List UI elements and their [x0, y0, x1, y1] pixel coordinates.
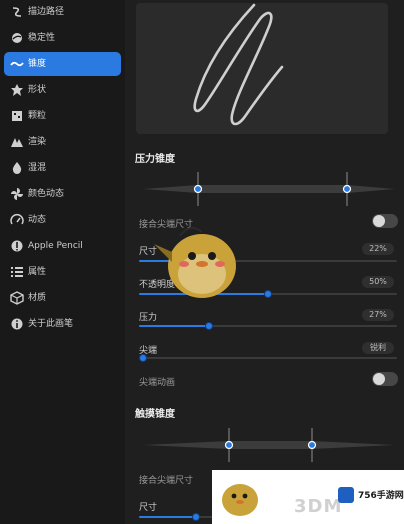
- touch-taper-title: 触摸锥度: [135, 409, 175, 420]
- pressure-taper-title: 压力锥度: [135, 154, 175, 165]
- sidebar: 描边路径 稳定性 锥度 形状 颗粒 渲染 湿混 颜色动态 动态 Apple Pe…: [0, 0, 125, 524]
- pressure-tip-animation-toggle[interactable]: [372, 372, 398, 386]
- sidebar-item-apple-pencil[interactable]: Apple Pencil: [4, 234, 121, 258]
- sidebar-item-dynamics[interactable]: 动态: [4, 208, 121, 232]
- stroke-preview: [136, 3, 388, 134]
- materials-icon: [10, 291, 24, 305]
- taper-start-handle[interactable]: [193, 184, 203, 194]
- sidebar-item-label: 描边路径: [28, 7, 65, 17]
- taper-icon: [10, 61, 24, 67]
- sidebar-item-properties[interactable]: 属性: [4, 260, 121, 284]
- sidebar-item-label: 稳定性: [28, 33, 56, 43]
- pressure-tip-slider[interactable]: [139, 354, 397, 362]
- pressure-taper-curve[interactable]: [143, 172, 395, 206]
- sidebar-item-taper[interactable]: 锥度: [4, 52, 121, 76]
- mascot-sticker: [154, 226, 236, 298]
- rendering-icon: [11, 138, 23, 147]
- grain-icon: [12, 111, 22, 121]
- sidebar-item-shape[interactable]: 形状: [4, 78, 121, 102]
- sidebar-item-materials[interactable]: 材质: [4, 286, 121, 310]
- touch-taper-curve[interactable]: [143, 428, 395, 462]
- dynamics-icon: [10, 214, 24, 225]
- pressure-tip-link-toggle[interactable]: [372, 214, 398, 228]
- stroke-path-icon: [12, 7, 22, 17]
- sidebar-item-label: 形状: [28, 85, 47, 95]
- slider-knob[interactable]: [264, 290, 272, 298]
- game-logo-icon: [338, 487, 354, 503]
- color-dynamics-icon: [11, 188, 23, 200]
- sidebar-item-label: 渲染: [28, 137, 47, 147]
- sidebar-item-label: 锥度: [28, 59, 47, 69]
- shape-icon: [11, 84, 23, 96]
- pressure-opacity-value: 50%: [362, 276, 394, 288]
- slider-knob[interactable]: [192, 513, 200, 521]
- sidebar-item-label: 颜色动态: [28, 189, 65, 199]
- watermark-site-text: 3DM: [294, 496, 343, 517]
- taper-shape: [143, 441, 395, 449]
- pressure-pressure-slider[interactable]: [139, 322, 397, 330]
- pressure-pressure-label: 压力: [139, 313, 158, 323]
- sidebar-item-label: Apple Pencil: [28, 241, 83, 251]
- sidebar-item-wet-mix[interactable]: 湿混: [4, 156, 121, 180]
- slider-fill: [139, 325, 209, 327]
- stabilization-icon: [12, 33, 22, 43]
- taper-shape: [143, 185, 395, 193]
- sidebar-item-label: 属性: [28, 267, 47, 277]
- touch-size-label: 尺寸: [139, 503, 158, 513]
- taper-start-handle[interactable]: [224, 440, 234, 450]
- pressure-size-value: 22%: [362, 243, 394, 255]
- pressure-tip-animation-label: 尖端动画: [139, 378, 176, 388]
- touch-tip-link-label: 接合尖端尺寸: [139, 476, 194, 486]
- pressure-tip-value: 锐利: [362, 342, 394, 354]
- sidebar-item-label: 关于此画笔: [28, 319, 74, 329]
- sidebar-item-color-dynamics[interactable]: 颜色动态: [4, 182, 121, 206]
- pressure-pressure-value: 27%: [362, 309, 394, 321]
- watermark-brand-text: 756手游网: [358, 491, 404, 501]
- watermark-overlay: 3DM 756手游网: [212, 470, 404, 524]
- sidebar-item-about[interactable]: 关于此画笔: [4, 312, 121, 336]
- sidebar-item-label: 动态: [28, 215, 47, 225]
- slider-knob[interactable]: [139, 354, 147, 362]
- properties-icon: [11, 267, 23, 277]
- sidebar-item-stroke-path[interactable]: 描边路径: [4, 0, 121, 24]
- sidebar-item-label: 颗粒: [28, 111, 47, 121]
- slider-fill: [139, 516, 196, 518]
- sidebar-item-rendering[interactable]: 渲染: [4, 130, 121, 154]
- watermark-mascot-icon: [222, 484, 258, 516]
- toggle-knob: [373, 373, 385, 385]
- stroke-preview-drawing: [193, 3, 284, 126]
- sidebar-item-stabilization[interactable]: 稳定性: [4, 26, 121, 50]
- sidebar-item-grain[interactable]: 颗粒: [4, 104, 121, 128]
- slider-knob[interactable]: [205, 322, 213, 330]
- sidebar-item-label: 湿混: [28, 163, 47, 173]
- wet-mix-icon: [12, 162, 22, 174]
- taper-end-handle[interactable]: [342, 184, 352, 194]
- sidebar-item-label: 材质: [28, 293, 47, 303]
- toggle-knob: [373, 215, 385, 227]
- touch-taper-graph: [143, 428, 395, 462]
- taper-end-handle[interactable]: [307, 440, 317, 450]
- pressure-taper-graph: [143, 172, 395, 206]
- about-icon: [11, 318, 23, 330]
- apple-pencil-icon: [11, 240, 23, 252]
